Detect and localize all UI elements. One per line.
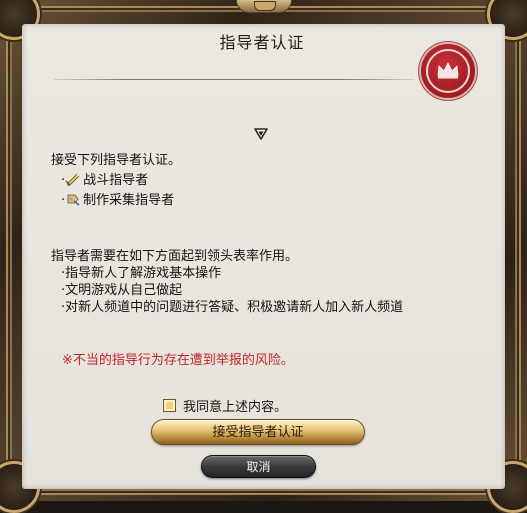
certification-label: 战斗指导者 <box>83 173 149 188</box>
scroll-down-indicator-icon <box>254 128 268 140</box>
battle-mentor-icon <box>65 173 80 186</box>
intro-text: 接受下列指导者认证。 <box>51 153 182 168</box>
title-divider <box>54 79 414 80</box>
cancel-button[interactable]: 取消 <box>201 455 316 478</box>
crown-icon <box>437 62 459 79</box>
window-frame: 指导者认证 接受下列指导者认证。 · 战斗指导者 · 制作采集指导者 指导者需要… <box>0 0 527 513</box>
mentor-crown-badge-icon <box>421 44 475 98</box>
crafting-gathering-mentor-icon <box>67 194 80 206</box>
certification-item-crafting-gathering: · 制作采集指导者 <box>61 189 174 208</box>
certification-item-battle: · 战斗指导者 <box>61 169 148 188</box>
certification-label: 制作采集指导者 <box>83 193 175 208</box>
duty-item: ·对新人频道中的问题进行答疑、积极邀请新人加入新人频道 <box>61 300 404 315</box>
agree-checkbox[interactable] <box>163 399 176 412</box>
agree-checkbox-row[interactable]: 我同意上述内容。 <box>163 396 287 415</box>
accept-certification-button[interactable]: 接受指导者认证 <box>151 419 365 445</box>
warning-text: ※不当的指导行为存在遭到举报的风险。 <box>62 353 294 368</box>
top-ornament <box>236 0 292 13</box>
agree-label: 我同意上述内容。 <box>183 400 288 415</box>
